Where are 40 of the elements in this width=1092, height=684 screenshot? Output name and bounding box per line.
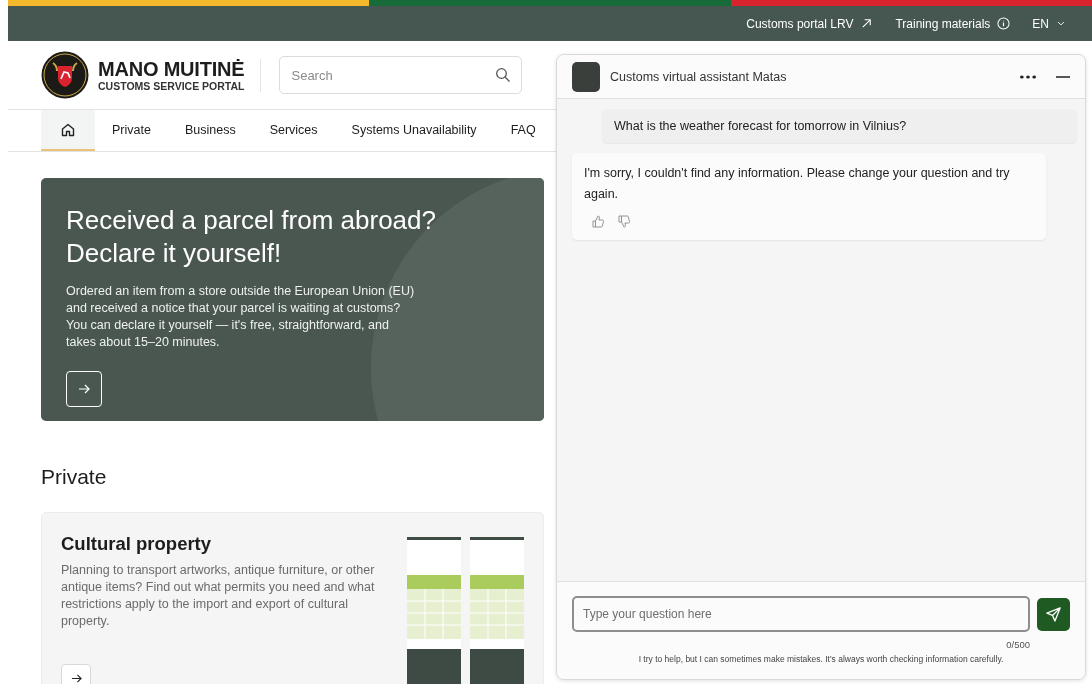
avatar-placeholder <box>572 61 600 92</box>
chat-title: Customs virtual assistant Matas <box>610 69 788 84</box>
arrow-right-icon <box>78 383 90 395</box>
question-input[interactable]: Type your question here <box>572 596 1031 632</box>
search-icon <box>495 67 512 83</box>
brand-subtitle: CUSTOMS SERVICE PORTAL <box>98 79 245 92</box>
more-options-button[interactable] <box>1020 74 1036 79</box>
send-button[interactable] <box>1037 597 1070 631</box>
send-icon <box>1045 605 1063 623</box>
assistant-message: I'm sorry, I couldn't find any information. Please change your question and try again. <box>584 165 1011 203</box>
minimize-button[interactable] <box>1056 75 1070 78</box>
hero-text: Ordered an item from a store outside the European Union (EU) and received a notice that your parcel is waiting at customs? You can declare it yourself — it's free, straightforward, and takes about 15–20 minutes. <box>66 283 416 351</box>
nav-tab[interactable]: Services <box>252 110 335 151</box>
brand-title: MANO MUITINĖ <box>98 58 245 80</box>
search-field[interactable]: Search <box>279 56 523 94</box>
section-title: Private <box>41 465 108 489</box>
info-icon <box>997 17 1011 30</box>
top-link[interactable]: EN <box>1032 16 1066 31</box>
disclaimer-text: I try to help, but I can sometimes make mistakes. It's always worth checking information carefully. <box>637 654 1005 664</box>
nav-tab[interactable]: FAQ <box>493 110 553 151</box>
top-link[interactable]: Customs portal LRV <box>746 16 874 31</box>
thumbs-down-icon[interactable] <box>618 215 630 228</box>
nav-tab[interactable]: Business <box>167 110 253 151</box>
character-counter: 0/500 <box>1006 639 1030 650</box>
card-description: Planning to transport artworks, antique furniture, or other antique items? Find out what permits you need and what restrictions apply to the import and export of cultural property. <box>61 562 376 630</box>
home-icon <box>60 121 76 138</box>
minimize-icon <box>1056 75 1070 78</box>
arrow-button[interactable] <box>61 664 91 684</box>
more-icon <box>1020 74 1036 79</box>
nav-tab[interactable]: Private <box>95 110 168 151</box>
hero-title: Received a parcel from abroad? Declare it yourself! <box>66 204 437 270</box>
home-tab[interactable] <box>41 110 95 151</box>
nav-tab[interactable]: Systems Unavailability <box>334 110 494 151</box>
top-link[interactable]: Training materials <box>895 16 1011 31</box>
arrow-right-icon <box>70 672 82 684</box>
card-title: Cultural property <box>61 533 213 555</box>
emblem-logo <box>41 51 89 99</box>
user-message: What is the weather forecast for tomorrow in Vilnius? <box>602 109 1077 143</box>
external-link-icon <box>860 17 874 30</box>
thumbs-up-icon[interactable] <box>592 215 604 228</box>
